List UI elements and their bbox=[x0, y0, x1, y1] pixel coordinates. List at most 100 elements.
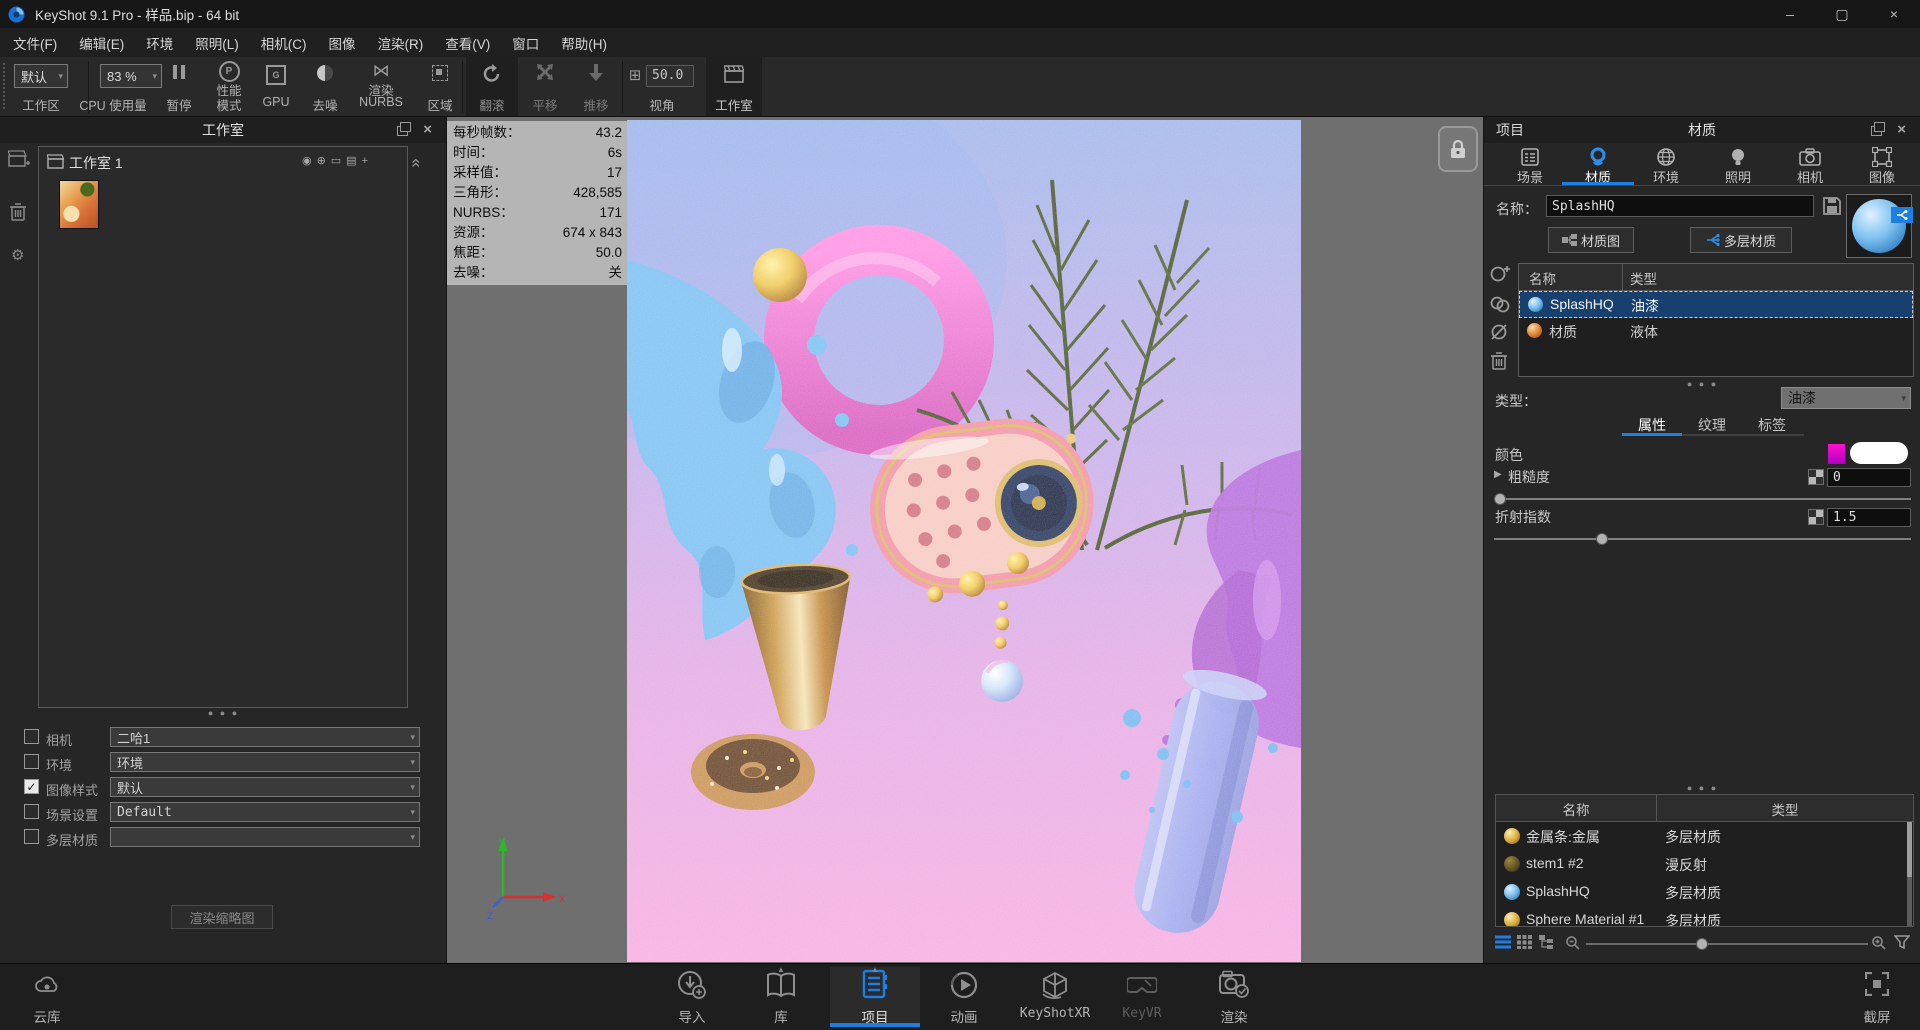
multi-material-select[interactable]: ▾ bbox=[110, 827, 420, 847]
close-icon[interactable]: × bbox=[423, 117, 432, 143]
scene-set-select[interactable]: Default▾ bbox=[110, 802, 420, 822]
expand-arrow-icon[interactable]: ▶ bbox=[1494, 469, 1502, 480]
multi-material-button[interactable]: 多层材质 bbox=[1690, 227, 1792, 253]
color-value-swatch[interactable] bbox=[1850, 442, 1908, 464]
library-row[interactable]: Sphere Material #1 多层材质 bbox=[1496, 906, 1913, 927]
undock-icon[interactable] bbox=[1871, 126, 1882, 136]
environment-checkbox[interactable]: ✓ bbox=[24, 754, 39, 769]
screenshot-button[interactable]: 截屏 bbox=[1846, 964, 1908, 1030]
undock-icon[interactable] bbox=[397, 126, 408, 136]
tab-lighting[interactable]: 照明 bbox=[1706, 145, 1770, 185]
image-style-checkbox[interactable]: ✓ bbox=[24, 779, 39, 794]
workspace-dropdown[interactable]: 默认▾ bbox=[14, 64, 68, 88]
ior-field[interactable]: 1.5 bbox=[1827, 508, 1911, 527]
grid-view-icon[interactable] bbox=[1517, 935, 1532, 949]
tab-camera[interactable]: 相机 bbox=[1778, 145, 1842, 185]
dolly-tool-button[interactable] bbox=[572, 63, 620, 84]
menu-environment[interactable]: 环境 bbox=[135, 33, 184, 53]
library-button[interactable]: ▲ 库 bbox=[736, 964, 826, 1030]
minimize-button[interactable]: – bbox=[1764, 0, 1816, 28]
panel-splitter[interactable]: ● ● ● bbox=[1484, 783, 1920, 793]
close-button[interactable]: × bbox=[1868, 0, 1920, 28]
tab-labels[interactable]: 标签 bbox=[1742, 415, 1802, 435]
camera-lock-button[interactable] bbox=[1438, 126, 1478, 172]
save-material-icon[interactable] bbox=[1822, 196, 1842, 216]
ior-texture-icon[interactable] bbox=[1808, 509, 1824, 525]
close-icon[interactable]: × bbox=[1897, 117, 1906, 143]
pause-button[interactable] bbox=[157, 65, 201, 82]
region-button[interactable] bbox=[416, 65, 464, 84]
material-name-input[interactable] bbox=[1546, 195, 1814, 217]
library-row[interactable]: 金属条:金属 多层材质 bbox=[1496, 822, 1913, 850]
render-button[interactable]: 渲染 bbox=[1189, 964, 1279, 1030]
cpu-usage-dropdown[interactable]: 83 %▾ bbox=[100, 64, 162, 88]
add-material-icon[interactable] bbox=[1490, 265, 1510, 283]
zoom-in-icon[interactable] bbox=[1872, 936, 1886, 950]
studio-list-item[interactable]: 工作室 1 ◉⊕▭▤+ bbox=[39, 147, 407, 177]
library-row[interactable]: SplashHQ 多层材质 bbox=[1496, 878, 1913, 906]
tab-properties[interactable]: 属性 bbox=[1622, 415, 1682, 435]
add-studio-icon[interactable] bbox=[8, 150, 30, 170]
scene-set-checkbox[interactable]: ✓ bbox=[24, 804, 39, 819]
scrollbar-thumb[interactable] bbox=[1907, 822, 1912, 877]
toolbar-drag-handle[interactable] bbox=[3, 63, 5, 109]
tab-textures[interactable]: 纹理 bbox=[1682, 415, 1742, 435]
menu-help[interactable]: 帮助(H) bbox=[550, 33, 618, 53]
performance-mode-button[interactable]: P bbox=[205, 61, 253, 82]
tab-image[interactable]: 图像 bbox=[1850, 145, 1914, 185]
slot-row[interactable]: 材质 液体 bbox=[1519, 318, 1913, 345]
menu-view[interactable]: 查看(V) bbox=[434, 33, 501, 53]
list-view-icon[interactable] bbox=[1495, 935, 1511, 949]
project-button[interactable]: ▲ 项目 bbox=[830, 964, 920, 1030]
collapse-chevrons-icon[interactable]: « bbox=[407, 158, 427, 167]
studio-item-toggle-icons[interactable]: ◉⊕▭▤+ bbox=[302, 154, 373, 167]
color-picker-swatch[interactable] bbox=[1828, 444, 1845, 464]
fov-value-field[interactable]: 50.0 bbox=[646, 65, 694, 87]
duplicate-material-icon[interactable] bbox=[1490, 295, 1510, 313]
studio-settings-gear-icon[interactable]: ⚙ bbox=[11, 246, 24, 264]
filter-funnel-icon[interactable] bbox=[1894, 935, 1910, 950]
denoise-button[interactable] bbox=[303, 65, 347, 84]
camera-select[interactable]: 二哈1▾ bbox=[110, 727, 420, 747]
tab-material[interactable]: 材质 bbox=[1566, 145, 1630, 185]
tab-environment[interactable]: 环境 bbox=[1634, 145, 1698, 185]
environment-select[interactable]: 环境▾ bbox=[110, 752, 420, 772]
import-button[interactable]: 导入 bbox=[647, 964, 737, 1030]
render-nurbs-button[interactable]: ⋈ bbox=[352, 61, 410, 81]
render-thumbnail-button[interactable]: 渲染缩略图 bbox=[171, 905, 273, 929]
roughness-field[interactable]: 0 bbox=[1827, 468, 1911, 487]
menu-camera[interactable]: 相机(C) bbox=[250, 33, 318, 53]
delete-material-icon[interactable] bbox=[1491, 351, 1507, 370]
menu-lighting[interactable]: 照明(L) bbox=[184, 33, 250, 53]
tumble-tool-button[interactable]: 翻滚 bbox=[466, 57, 518, 116]
multi-material-checkbox[interactable]: ✓ bbox=[24, 829, 39, 844]
zoom-out-icon[interactable] bbox=[1566, 936, 1580, 950]
keyshotxr-button[interactable]: KeyShotXR bbox=[1000, 964, 1110, 1030]
roughness-slider-track[interactable] bbox=[1494, 498, 1911, 500]
scrollbar[interactable] bbox=[1907, 822, 1912, 926]
maximize-button[interactable]: ▢ bbox=[1816, 0, 1868, 28]
unlink-material-icon[interactable] bbox=[1490, 323, 1510, 341]
tab-scene[interactable]: 场景 bbox=[1498, 145, 1562, 185]
pan-tool-button[interactable] bbox=[520, 63, 570, 84]
roughness-slider-thumb[interactable] bbox=[1494, 493, 1506, 505]
thumbnail-size-slider[interactable] bbox=[1586, 943, 1868, 945]
gpu-button[interactable]: G bbox=[254, 65, 298, 85]
material-graph-button[interactable]: 材质图 bbox=[1548, 227, 1634, 253]
image-style-select[interactable]: 默认▾ bbox=[110, 777, 420, 797]
cloud-library-button[interactable]: 云库 bbox=[16, 964, 78, 1030]
slot-row-selected[interactable]: SplashHQ 油漆 bbox=[1519, 291, 1913, 318]
studio-toolbar-button[interactable]: 工作室 bbox=[706, 57, 762, 116]
roughness-texture-icon[interactable] bbox=[1808, 469, 1824, 485]
library-row[interactable]: stem1 #2 漫反射 bbox=[1496, 850, 1913, 878]
delete-studio-icon[interactable] bbox=[10, 202, 26, 221]
menu-edit[interactable]: 编辑(E) bbox=[68, 33, 135, 53]
ior-slider-track[interactable] bbox=[1494, 538, 1911, 540]
menu-window[interactable]: 窗口 bbox=[501, 33, 550, 53]
realtime-viewport[interactable]: 每秒帧数：43.2 时间：6s 采样值：17 三角形：428,585 NURBS… bbox=[447, 117, 1483, 963]
tree-view-icon[interactable] bbox=[1539, 935, 1555, 949]
menu-render[interactable]: 渲染(R) bbox=[367, 33, 435, 53]
animation-button[interactable]: 动画 bbox=[919, 964, 1009, 1030]
panel-splitter[interactable]: ● ● ● bbox=[0, 708, 447, 718]
ior-slider-thumb[interactable] bbox=[1596, 533, 1608, 545]
